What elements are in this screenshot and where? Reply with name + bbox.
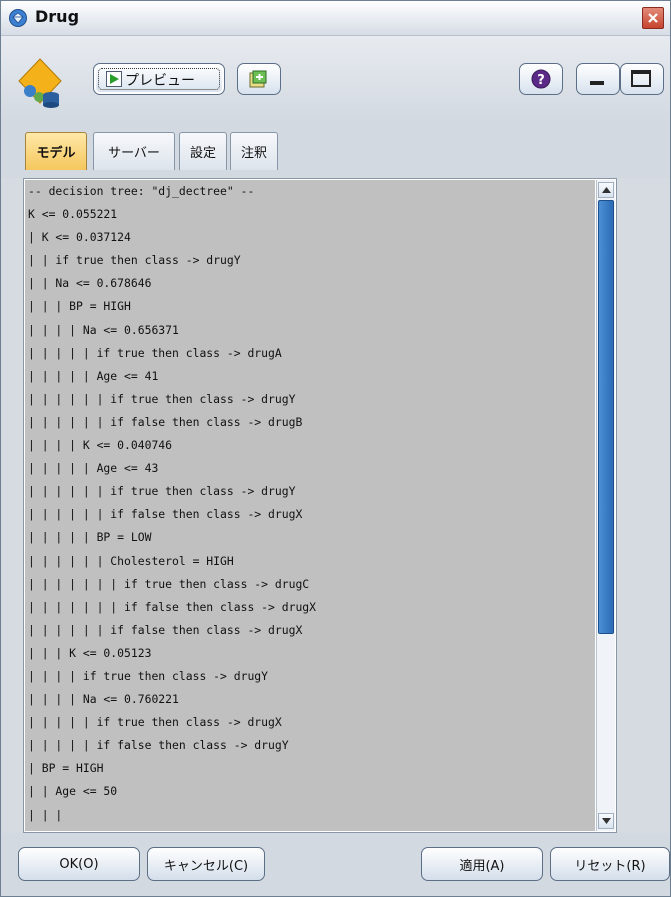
button-bar: OK(O) キャンセル(C) 適用(A) リセット(R)	[1, 833, 670, 896]
model-node-icon	[18, 58, 62, 108]
tree-line: | | | | | Age <= 43	[28, 461, 159, 476]
tree-line: | | | | K <= 0.040746	[28, 438, 173, 453]
svg-text:?: ?	[537, 73, 545, 88]
tree-line: | | Na <= 0.678646	[28, 276, 152, 291]
tree-line: K <= 0.055221	[28, 207, 118, 222]
reset-button[interactable]: リセット(R)	[550, 847, 670, 881]
minimize-button[interactable]	[576, 63, 620, 95]
dialog-window: Drug プレビュー ? モデル サーバー 設定 注釈 -- decision …	[0, 0, 671, 897]
tree-line: | | | | | Age <= 41	[28, 368, 159, 383]
tab-model[interactable]: モデル	[25, 132, 87, 170]
tree-line: | | | | | | Cholesterol = HIGH	[28, 553, 234, 568]
help-button[interactable]: ?	[519, 63, 563, 95]
tab-model-label: モデル	[36, 146, 76, 161]
close-button[interactable]	[642, 7, 664, 29]
tree-line: | | | | | | | if false then class -> dru…	[28, 599, 317, 614]
ok-button[interactable]: OK(O)	[18, 847, 140, 881]
tab-annotations[interactable]: 注釈	[230, 132, 278, 170]
preview-button[interactable]: プレビュー	[93, 63, 225, 95]
tab-settings[interactable]: 設定	[179, 132, 227, 170]
decision-tree-text[interactable]: -- decision tree: "dj_dectree" -- K <= 0.…	[25, 180, 595, 831]
maximize-icon	[631, 70, 651, 87]
export-button[interactable]	[237, 63, 281, 95]
tree-line: | | | | | | if true then class -> drugY	[28, 391, 296, 406]
model-text-panel: -- decision tree: "dj_dectree" -- K <= 0.…	[23, 178, 617, 833]
tree-line: | | Age <= 50	[28, 784, 118, 799]
vertical-scrollbar[interactable]	[596, 180, 615, 831]
arrow-down-icon	[602, 818, 611, 824]
tab-settings-label: 設定	[189, 146, 216, 161]
close-icon	[648, 13, 658, 23]
tree-line: | | | K <= 0.05123	[28, 645, 152, 660]
export-icon	[249, 70, 267, 88]
tree-line: | | | | | if true then class -> drugX	[28, 715, 282, 730]
tree-line: | | | | | BP = LOW	[28, 530, 152, 545]
tree-line: | | | | | | if false then class -> drugX	[28, 507, 303, 522]
tree-line: | | | | | if true then class -> drugA	[28, 345, 282, 360]
scroll-down-button[interactable]	[598, 813, 614, 829]
tree-line: | K <= 0.037124	[28, 230, 131, 245]
preview-label: プレビュー	[125, 73, 195, 89]
maximize-button[interactable]	[620, 63, 664, 95]
tab-strip: モデル サーバー 設定 注釈	[1, 122, 670, 178]
apply-button[interactable]: 適用(A)	[421, 847, 543, 881]
help-icon: ?	[531, 69, 551, 89]
tree-line: | | | | | | if false then class -> drugB	[28, 414, 303, 429]
tree-line: | | | | | if false then class -> drugY	[28, 738, 289, 753]
tree-line: | | | | | | if true then class -> drugY	[28, 484, 296, 499]
tree-line: | | if true then class -> drugY	[28, 253, 241, 268]
cancel-button[interactable]: キャンセル(C)	[147, 847, 265, 881]
tree-line: | | | | Na <= 0.656371	[28, 322, 179, 337]
tree-line: | | | | | | | if true then class -> drug…	[28, 576, 310, 591]
tree-line: | | | BP = HIGH	[28, 299, 131, 314]
title-bar[interactable]: Drug	[1, 1, 670, 36]
tree-line: | | | | | | if false then class -> drugX	[28, 622, 303, 637]
tree-line: | | | | if true then class -> drugY	[28, 668, 269, 683]
tab-server[interactable]: サーバー	[93, 132, 175, 170]
tree-line: | | | | Na <= 0.760221	[28, 692, 179, 707]
scroll-up-button[interactable]	[598, 182, 614, 198]
play-icon	[106, 71, 122, 87]
arrow-up-icon	[602, 187, 611, 193]
window-title: Drug	[35, 7, 80, 26]
tree-line: | | |	[28, 807, 63, 822]
scroll-thumb[interactable]	[598, 200, 614, 634]
tree-line: -- decision tree: "dj_dectree" --	[28, 184, 255, 198]
tree-line: | BP = HIGH	[28, 761, 104, 776]
tab-server-label: サーバー	[108, 146, 160, 161]
tab-annotations-label: 注釈	[240, 146, 267, 161]
gem-icon	[9, 9, 27, 27]
minimize-icon	[590, 81, 604, 85]
